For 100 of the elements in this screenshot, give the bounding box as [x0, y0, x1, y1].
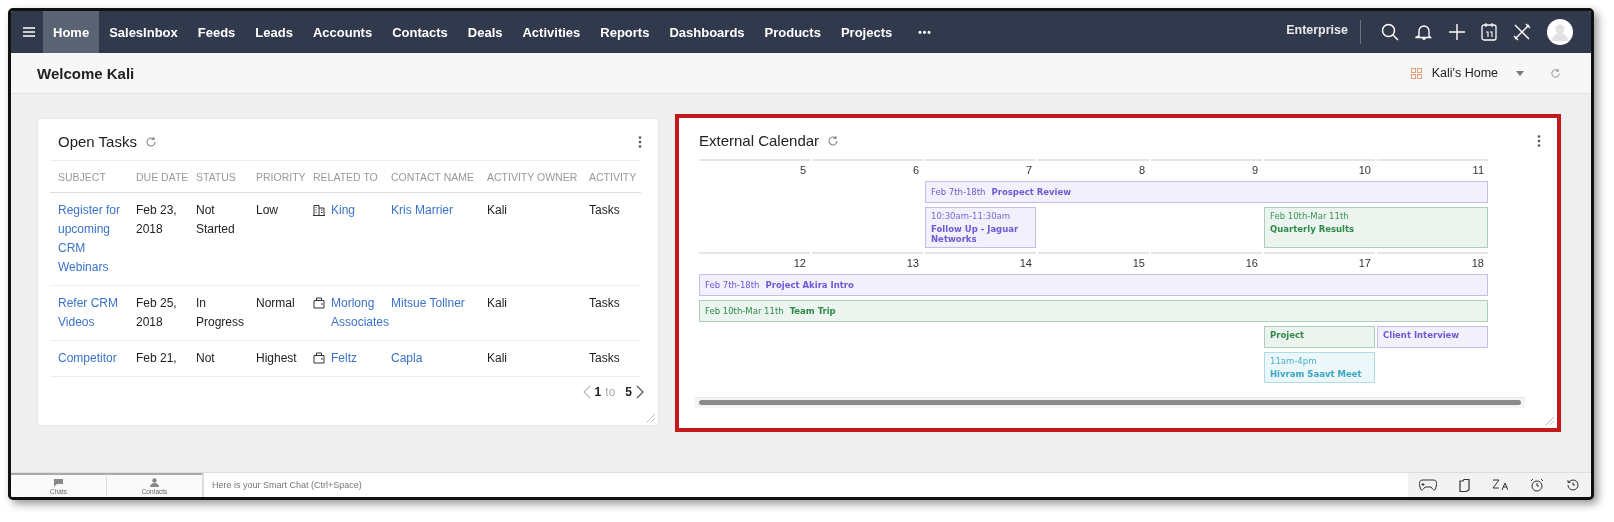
- refresh-icon[interactable]: [827, 134, 840, 147]
- day-number: 7: [925, 159, 1036, 177]
- calendar-event[interactable]: Client Interview: [1377, 326, 1488, 348]
- day-number: 10: [1264, 159, 1375, 177]
- nav-tab[interactable]: Products: [754, 11, 831, 53]
- activity-type: Tasks: [589, 203, 620, 217]
- day-number: 18: [1377, 252, 1488, 270]
- menu-icon[interactable]: [23, 27, 35, 37]
- gamepad-icon[interactable]: [1419, 479, 1437, 491]
- activity-owner: Kali: [487, 296, 507, 310]
- task-subject-link[interactable]: Register for upcoming CRM Webinars: [58, 201, 126, 277]
- column-header: RELATED TO: [305, 160, 383, 193]
- more-options-icon[interactable]: [1537, 134, 1541, 147]
- page-end: 5: [625, 385, 632, 399]
- briefcase-icon: [313, 352, 325, 364]
- history-icon[interactable]: [1566, 478, 1580, 492]
- column-header: ACTIVITY OWNER: [479, 160, 581, 193]
- calendar-event[interactable]: Feb 10th-Mar 11th Team Trip: [699, 300, 1488, 322]
- page-start: 1: [594, 385, 602, 399]
- contact-name-link[interactable]: Capla: [391, 349, 477, 368]
- task-status: In Progress: [196, 296, 245, 329]
- refresh-icon[interactable]: [144, 135, 157, 148]
- task-subject-link[interactable]: Competitor: [58, 349, 126, 368]
- contact-name-link[interactable]: Kris Marrier: [391, 201, 477, 220]
- column-header: ACTIVITY: [581, 160, 641, 193]
- day-number: 15: [1038, 252, 1149, 270]
- bell-icon[interactable]: [1415, 23, 1433, 41]
- nav-tab[interactable]: Deals: [457, 11, 513, 53]
- more-tabs-button[interactable]: •••: [908, 11, 942, 53]
- search-icon[interactable]: [1381, 23, 1399, 41]
- day-number: 9: [1151, 159, 1262, 177]
- translate-icon[interactable]: [1492, 479, 1508, 491]
- due-date: Feb 25, 2018: [136, 296, 177, 329]
- tools-icon[interactable]: [1513, 23, 1531, 41]
- nav-tab[interactable]: Leads: [245, 11, 303, 53]
- task-priority: Highest: [256, 351, 297, 365]
- page-separator: to: [605, 385, 616, 399]
- calendar-event[interactable]: Feb 7th-18th Project Akira Intro: [699, 274, 1488, 296]
- resize-handle-icon[interactable]: [646, 413, 655, 422]
- plus-icon[interactable]: [1449, 24, 1465, 40]
- day-number: 8: [1038, 159, 1149, 177]
- related-record-link[interactable]: King: [331, 201, 356, 220]
- horizontal-scrollbar[interactable]: [695, 397, 1525, 408]
- nav-tab[interactable]: Accounts: [302, 11, 383, 53]
- calendar-event[interactable]: 11am-4pm Hivram Saavt Meet: [1264, 352, 1375, 383]
- related-record-link[interactable]: Feltz: [331, 349, 357, 368]
- nav-tab[interactable]: Home: [43, 11, 100, 53]
- day-number: 12: [699, 252, 810, 270]
- chat-bubble-icon: [53, 477, 64, 487]
- task-status: Not: [196, 351, 215, 365]
- contact-name-link[interactable]: Mitsue Tollner: [391, 294, 477, 313]
- day-number: 13: [812, 252, 923, 270]
- nav-tab[interactable]: Dashboards: [659, 11, 755, 53]
- nav-tab[interactable]: Activities: [512, 11, 591, 53]
- next-page-icon[interactable]: [636, 385, 644, 399]
- page-title: Welcome Kali: [37, 64, 135, 82]
- column-header: PRIORITY: [248, 160, 305, 193]
- activity-type: Tasks: [589, 296, 620, 310]
- activity-owner: Kali: [487, 203, 507, 217]
- edition-label: Enterprise: [1286, 23, 1348, 37]
- nav-tab[interactable]: SalesInbox: [99, 11, 188, 53]
- home-selector[interactable]: Kali's Home: [1429, 66, 1508, 80]
- calendar-icon[interactable]: [1481, 23, 1497, 41]
- calendar-event[interactable]: 10:30am-11:30am Follow Up - Jaguar Networks: [925, 207, 1036, 248]
- grid-icon: [1410, 67, 1422, 79]
- person-icon: [150, 477, 159, 487]
- task-status: Not Started: [196, 203, 235, 236]
- column-header: DUE DATE: [128, 160, 188, 193]
- alarm-clock-icon[interactable]: [1530, 478, 1544, 492]
- day-number: 16: [1151, 252, 1262, 270]
- day-number: 6: [812, 159, 923, 177]
- column-header: STATUS: [188, 160, 248, 193]
- more-options-icon[interactable]: [638, 135, 642, 148]
- avatar-icon[interactable]: [1547, 19, 1573, 45]
- task-subject-link[interactable]: Refer CRM Videos: [58, 294, 126, 332]
- smart-chat-field[interactable]: Here is your Smart Chat (Ctrl+Space): [203, 473, 1408, 497]
- nav-tab[interactable]: Contacts: [382, 11, 458, 53]
- due-date: Feb 21,: [136, 351, 177, 365]
- column-header: SUBJECT: [50, 160, 128, 193]
- day-number: 5: [699, 159, 810, 177]
- calendar-event[interactable]: Project: [1264, 326, 1375, 348]
- task-priority: Normal: [256, 296, 295, 310]
- caret-icon[interactable]: [1516, 70, 1524, 76]
- nav-tab[interactable]: Projects: [830, 11, 903, 53]
- activity-owner: Kali: [487, 351, 507, 365]
- building-icon: [313, 204, 325, 216]
- day-number: 17: [1264, 252, 1375, 270]
- column-header: CONTACT NAME: [383, 160, 479, 193]
- briefcase-icon: [313, 297, 325, 309]
- nav-tab[interactable]: Feeds: [187, 11, 246, 53]
- due-date: Feb 23, 2018: [136, 203, 177, 236]
- nav-tab[interactable]: Reports: [590, 11, 660, 53]
- card-title: External Calendar: [699, 132, 820, 149]
- calendar-event[interactable]: Feb 10th-Mar 11th Quarterly Results: [1264, 207, 1488, 248]
- calendar-event[interactable]: Feb 7th-18th Prospect Review: [925, 181, 1488, 203]
- document-icon[interactable]: [1459, 478, 1470, 492]
- card-title: Open Tasks: [58, 133, 137, 150]
- activity-type: Tasks: [589, 351, 620, 365]
- resize-handle-icon[interactable]: [1545, 416, 1554, 425]
- related-record-link[interactable]: Morlong Associates: [331, 294, 390, 332]
